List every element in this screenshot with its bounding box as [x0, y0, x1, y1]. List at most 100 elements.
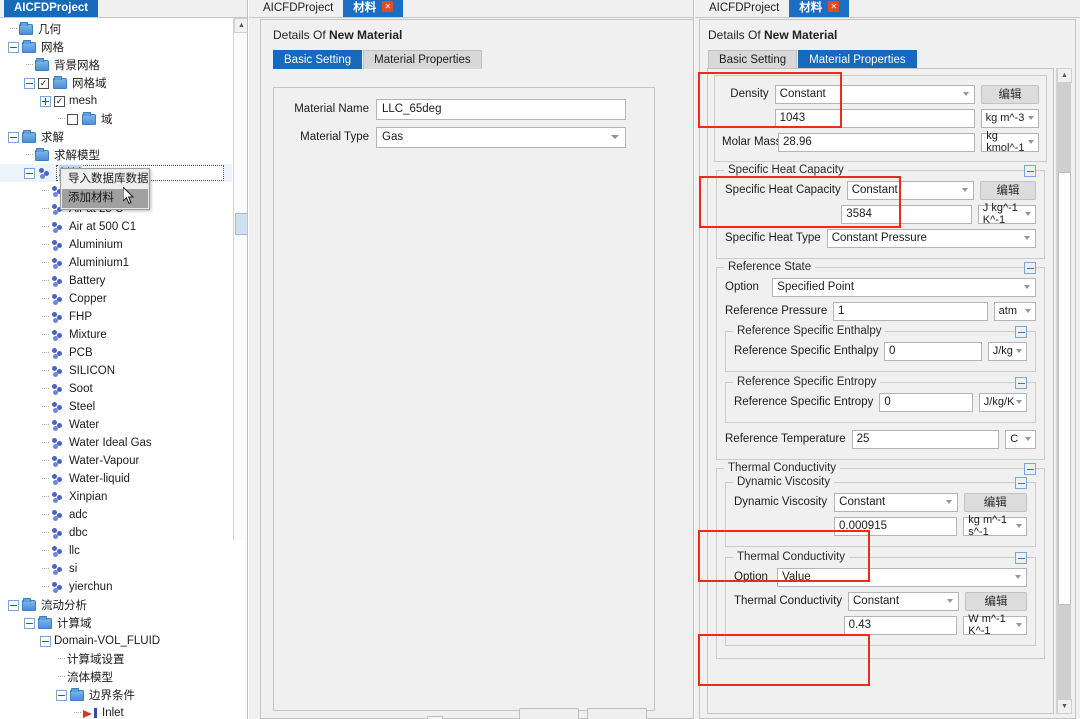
collapse-icon-tc[interactable] [1015, 552, 1027, 564]
context-menu-item-import-db[interactable]: 导入数据库数据 [62, 170, 149, 189]
tree-item[interactable]: Aluminium1 [0, 254, 232, 272]
tree-item[interactable]: 计算域设置 [0, 650, 232, 668]
dv-value-input[interactable]: 0.000915 [834, 516, 958, 536]
tree-item[interactable]: llc [0, 542, 232, 560]
tree-item[interactable]: Aluminium [0, 236, 232, 254]
shc-value-input[interactable]: 3584 [841, 204, 972, 224]
tc-edit-button[interactable]: 编辑 [965, 591, 1027, 611]
tree-item[interactable]: 流动分析 [0, 596, 232, 614]
tab-aicfdproject-middle[interactable]: AICFDProject [253, 0, 344, 17]
tree-item[interactable]: Water Ideal Gas [0, 434, 232, 452]
ref-entropy-input[interactable]: 0 [879, 392, 973, 412]
tree-item[interactable]: PCB [0, 344, 232, 362]
expander-collapse-icon[interactable] [24, 617, 35, 629]
density-edit-button[interactable]: 编辑 [981, 84, 1039, 104]
molar-mass-unit-select[interactable]: kg kmol^-1 [981, 130, 1039, 154]
shc-edit-button[interactable]: 编辑 [979, 180, 1036, 200]
expander-collapse-icon[interactable] [56, 689, 67, 701]
tree-item-checkbox[interactable] [67, 113, 78, 125]
tab-basic-setting[interactable]: Basic Setting [273, 50, 363, 69]
tab-aicfdproject-right[interactable]: AICFDProject [699, 0, 790, 17]
scroll-up-arrow-icon[interactable]: ▲ [234, 18, 247, 33]
tc-option-select[interactable]: Value [777, 567, 1027, 587]
tree-item[interactable]: Xinpian [0, 488, 232, 506]
collapse-icon-refstate[interactable] [1024, 262, 1036, 274]
collapse-icon-entropy[interactable] [1015, 377, 1027, 389]
tree-item[interactable]: Copper [0, 290, 232, 308]
tree-item[interactable]: Mixture [0, 326, 232, 344]
scroll-thumb-right[interactable] [1058, 172, 1071, 605]
tree-item[interactable]: FHP [0, 308, 232, 326]
tc-value-input[interactable]: 0.43 [843, 615, 958, 635]
tree-item[interactable]: 几何 [0, 20, 232, 38]
collapse-icon-dv[interactable] [1015, 477, 1027, 489]
tree-item[interactable]: 求解 [0, 128, 232, 146]
context-menu-item-add-material[interactable]: 添加材料 [62, 189, 148, 208]
scroll-up-arrow-icon-right[interactable]: ▲ [1057, 68, 1072, 83]
dv-edit-button[interactable]: 编辑 [963, 492, 1027, 512]
tab-aicfdproject-left[interactable]: AICFDProject [4, 0, 99, 17]
dv-mode-select[interactable]: Constant [834, 492, 958, 512]
tab-material-properties[interactable]: Material Properties [798, 50, 917, 69]
density-unit-select[interactable]: kg m^-3 [980, 108, 1039, 128]
tab-material-properties-middle[interactable]: Material Properties [363, 50, 482, 69]
collapse-icon-enthalpy[interactable] [1015, 326, 1027, 338]
tree-item[interactable]: ✓ 网格域 [0, 74, 232, 92]
ref-entropy-unit-select[interactable]: J/kg/K [978, 392, 1027, 412]
molar-mass-input[interactable]: 28.96 [778, 132, 976, 152]
material-type-select[interactable]: Gas [376, 126, 626, 148]
ref-enthalpy-unit-select[interactable]: J/kg [987, 341, 1027, 361]
tree-item-checkbox[interactable]: ✓ [38, 77, 49, 89]
expander-collapse-icon[interactable] [8, 131, 19, 143]
tree-item[interactable]: 流体模型 [0, 668, 232, 686]
tc-mode-select[interactable]: Constant [848, 591, 960, 611]
tree-item[interactable]: Water [0, 416, 232, 434]
tree-item[interactable]: 边界条件 [0, 686, 232, 704]
tab-material-middle[interactable]: 材料 ✕ [343, 0, 404, 17]
tree-item[interactable]: 域 [0, 110, 232, 128]
shc-unit-select[interactable]: J kg^-1 K^-1 [977, 202, 1036, 226]
tree-item[interactable]: Domain-VOL_FLUID [0, 632, 232, 650]
tree-item[interactable]: adc [0, 506, 232, 524]
density-value-input[interactable]: 1043 [774, 108, 975, 128]
close-icon-right[interactable]: ✕ [828, 1, 840, 13]
tree-context-menu[interactable]: 导入数据库数据 添加材料 [60, 168, 150, 210]
tree-item-checkbox[interactable]: ✓ [54, 95, 65, 107]
tree-item[interactable]: Steel [0, 398, 232, 416]
density-mode-select[interactable]: Constant [774, 84, 976, 104]
tree-item[interactable]: Air at 500 C1 [0, 218, 232, 236]
tree-item[interactable]: Battery [0, 272, 232, 290]
tree-item[interactable]: yierchun [0, 578, 232, 596]
specific-heat-type-select[interactable]: Constant Pressure [826, 228, 1036, 248]
ref-option-select[interactable]: Specified Point [772, 277, 1036, 297]
expander-collapse-icon[interactable] [24, 77, 35, 89]
tree-item[interactable]: Soot [0, 380, 232, 398]
shc-mode-select[interactable]: Constant [846, 180, 974, 200]
dv-unit-select[interactable]: kg m^-1 s^-1 [963, 514, 1027, 538]
expander-collapse-icon[interactable] [8, 41, 19, 53]
ref-temperature-input[interactable]: 25 [851, 429, 1000, 449]
close-icon[interactable]: ✕ [382, 1, 394, 13]
tree-item[interactable]: 网格 [0, 38, 232, 56]
ref-pressure-unit-select[interactable]: atm [993, 301, 1036, 321]
ref-pressure-input[interactable]: 1 [833, 301, 988, 321]
middle-footer-button-2[interactable] [587, 708, 647, 719]
tree-item[interactable]: 计算域 [0, 614, 232, 632]
scroll-track[interactable] [234, 33, 247, 540]
tree-item[interactable]: 求解模型 [0, 146, 232, 164]
scroll-down-arrow-icon-right[interactable]: ▼ [1057, 699, 1072, 714]
expander-collapse-icon[interactable] [8, 599, 19, 611]
ref-enthalpy-input[interactable]: 0 [884, 341, 982, 361]
expander-collapse-icon[interactable] [24, 167, 35, 179]
tree-item[interactable]: Inlet [0, 704, 232, 719]
tree-item[interactable]: ✓ mesh [0, 92, 232, 110]
expander-collapse-icon[interactable] [40, 635, 51, 647]
tab-material-right[interactable]: 材料 ✕ [789, 0, 850, 17]
ref-temperature-unit-select[interactable]: C [1005, 429, 1036, 449]
tree-item[interactable]: 背景网格 [0, 56, 232, 74]
tree-item[interactable]: Water-Vapour [0, 452, 232, 470]
tree-scroll-area[interactable]: 几何网格背景网格✓网格域✓mesh域求解求解模型材料Air PorousAir … [0, 18, 247, 719]
tree-item[interactable]: SILICON [0, 362, 232, 380]
tab-basic-setting-right[interactable]: Basic Setting [708, 50, 798, 69]
middle-footer-button-1[interactable] [519, 708, 579, 719]
